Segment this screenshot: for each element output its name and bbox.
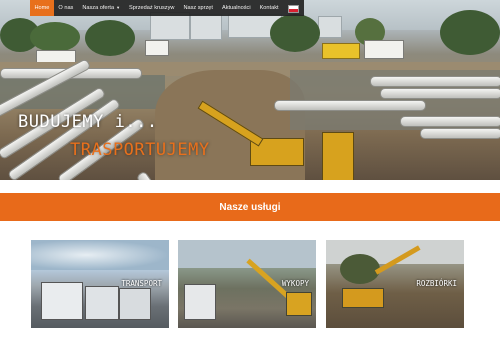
nav-item-about[interactable]: O nas [54,0,78,16]
service-card-transport[interactable]: TRANSPORT [31,240,169,328]
caret-down-icon: ▼ [116,5,121,10]
truck [184,284,216,320]
card-label: WYKOPY [281,279,309,288]
nav-item-offer[interactable]: Nasza oferta ▼ [78,0,125,16]
excavator-body [322,132,354,180]
tree [85,20,135,56]
pipe [274,100,426,111]
nav-item-equipment[interactable]: Nasz sprzęt [179,0,218,16]
card-label: TRANSPORT [121,279,162,288]
tree [340,254,380,284]
tree [30,22,80,52]
nav-item-aggregates[interactable]: Sprzedaż kruszyw [125,0,179,16]
truck [145,40,169,56]
excavator-body [286,292,312,316]
nav-item-offer-label: Nasza oferta [82,5,115,11]
services-heading: Nasze usługi [0,193,500,221]
yellow-truck [322,43,360,59]
truck [41,282,83,320]
service-card-demolition[interactable]: ROZBIÓRKI [326,240,464,328]
nav-item-contact[interactable]: Kontakt [255,0,283,16]
pipe [420,128,500,139]
building [150,12,190,40]
building [190,14,222,40]
main-nav: Home O nas Nasza oferta ▼ Sprzedaż kruszy… [30,0,305,16]
hero-subheadline: TRASPORTUJEMY [70,140,210,160]
tree [270,14,320,52]
truck [364,40,404,59]
excavator-body [342,288,384,308]
sky [31,240,169,270]
service-card-excavation[interactable]: WYKOPY [178,240,316,328]
truck [85,286,119,320]
hero-slider-image: BUDUJEMY i... TRASPORTUJEMY [0,0,500,180]
pipe [400,116,500,127]
hero-headline: BUDUJEMY i... [18,112,158,132]
nav-item-home[interactable]: Home [30,0,54,16]
pl-flag-icon[interactable] [288,5,300,13]
pipe [380,88,500,99]
nav-item-news[interactable]: Aktualności [217,0,255,16]
card-label: ROZBIÓRKI [416,279,457,288]
pipe [370,76,500,87]
building [318,16,342,38]
truck [119,288,151,320]
tree [440,10,500,55]
